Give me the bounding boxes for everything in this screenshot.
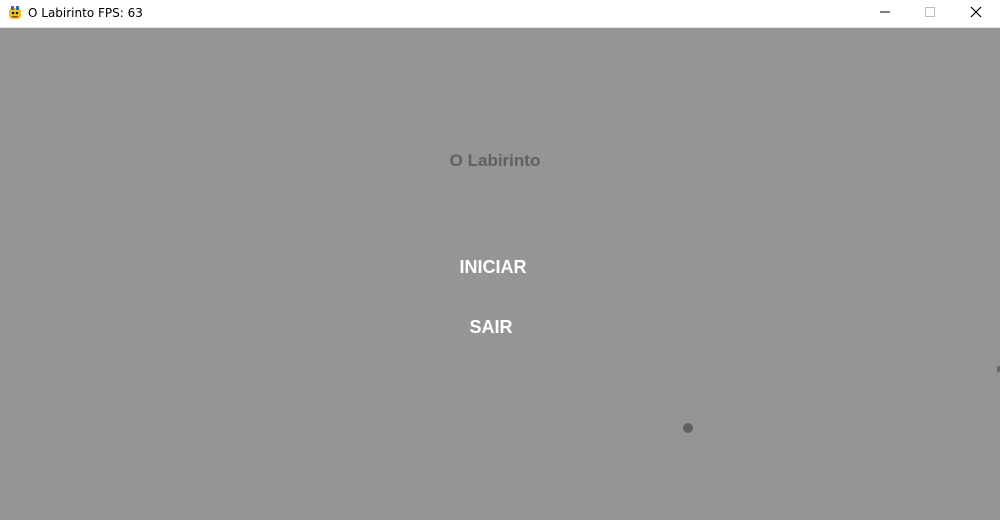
game-canvas[interactable]: O Labirinto INICIAR SAIR bbox=[0, 28, 1000, 520]
minimize-icon bbox=[879, 5, 891, 23]
close-icon bbox=[970, 5, 982, 23]
maximize-button[interactable] bbox=[907, 0, 953, 27]
window-title: O Labirinto FPS: 63 bbox=[28, 6, 143, 20]
exit-menu-option[interactable]: SAIR bbox=[469, 317, 512, 338]
minimize-button[interactable] bbox=[862, 0, 908, 27]
player-dot bbox=[683, 423, 693, 433]
maximize-icon bbox=[924, 5, 936, 23]
window-titlebar[interactable]: O Labirinto FPS: 63 bbox=[0, 0, 1000, 28]
close-button[interactable] bbox=[953, 0, 999, 27]
game-window: O Labirinto FPS: 63 O Labirinto INICIAR … bbox=[0, 0, 1000, 520]
start-menu-option[interactable]: INICIAR bbox=[460, 257, 527, 278]
game-title: O Labirinto bbox=[449, 151, 541, 170]
pygame-snake-icon bbox=[7, 5, 23, 21]
